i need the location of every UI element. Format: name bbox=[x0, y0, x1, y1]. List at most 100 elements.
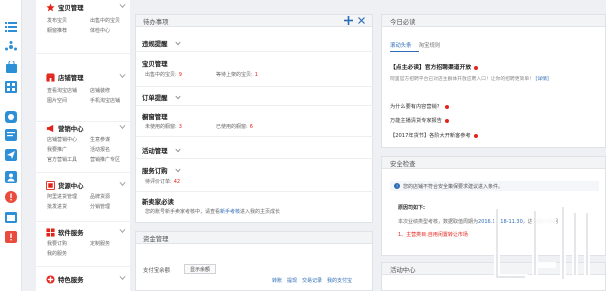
menu-group-software: 软件服务 我要订购 定制服务 我的服务 bbox=[36, 227, 130, 267]
must-read-title: 今日必读 bbox=[390, 18, 416, 26]
chevron-down-icon[interactable] bbox=[119, 124, 126, 130]
calendar-icon[interactable] bbox=[4, 210, 18, 224]
list-icon[interactable] bbox=[4, 20, 18, 34]
megaphone-icon bbox=[46, 124, 55, 133]
menu-group-header[interactable]: 特色服务 bbox=[46, 274, 84, 284]
chat-icon[interactable] bbox=[4, 110, 18, 124]
special-icon bbox=[46, 274, 55, 284]
add-icon[interactable] bbox=[344, 16, 353, 25]
hot-dot-icon bbox=[444, 104, 449, 109]
showcase-unused-stat[interactable]: 未使用的橱窗: 3 bbox=[145, 123, 182, 130]
my-alipay-link[interactable]: 我的支付宝 bbox=[327, 277, 352, 284]
menu-link[interactable]: 出售中的宝贝 bbox=[90, 17, 128, 24]
menu-link[interactable]: 查看淘宝店铺 bbox=[47, 87, 85, 94]
close-icon[interactable] bbox=[358, 17, 365, 24]
alipay-balance-label: 支付宝余额 bbox=[143, 268, 170, 274]
section-title: 橱窗管理 bbox=[142, 113, 168, 121]
hot-dot-icon bbox=[444, 118, 449, 123]
menu-link[interactable]: 品牌货源 bbox=[90, 193, 128, 200]
section-title: 违规提醒 bbox=[142, 40, 168, 48]
icon-rail bbox=[0, 0, 22, 291]
headline-detail-link[interactable]: [详情] bbox=[535, 77, 548, 82]
section-title: 服务订购 bbox=[142, 167, 168, 175]
menu-group-header[interactable]: 营销中心 bbox=[46, 123, 84, 133]
menu-group-marketing: 营销中心 店铺营销中心 生意参谋 我要推广 活动报名 官方营销工具 营销推广专区 bbox=[36, 123, 130, 173]
menu-group-title: 软件服务 bbox=[58, 228, 84, 237]
software-icon bbox=[46, 227, 55, 237]
withdraw-link[interactable]: 提现 bbox=[287, 277, 297, 284]
menu-link[interactable]: 阿里进货管理 bbox=[47, 193, 85, 200]
chevron-down-icon[interactable] bbox=[119, 275, 126, 281]
goods-onsale-stat[interactable]: 出售中的宝贝: 9 bbox=[145, 71, 182, 78]
newbie-assessment-link[interactable]: 新手考核 bbox=[220, 209, 240, 215]
menu-link[interactable]: 体检中心 bbox=[90, 27, 128, 34]
message-icon[interactable] bbox=[4, 128, 18, 142]
menu-link[interactable]: 手机淘宝店铺 bbox=[90, 97, 128, 104]
headline-sub: 阿里官方招聘平台已对店主群体开放应聘入口！让你的招聘更简单！ [详情] bbox=[390, 77, 549, 82]
tab-rules[interactable]: 淘宝规则 bbox=[419, 40, 448, 52]
notice-title: 原因司如下: bbox=[398, 205, 426, 211]
transactions-link[interactable]: 交易记录 bbox=[302, 277, 322, 284]
security-header: 安全检查 bbox=[382, 157, 605, 169]
menu-link[interactable]: 定制服务 bbox=[90, 240, 128, 247]
menu-link[interactable]: 发布宝贝 bbox=[47, 17, 85, 24]
chevron-down-icon[interactable] bbox=[119, 228, 126, 234]
fund-panel: 资金管理 支付宝余额 显示余额 转账 提现 交易记录 我的支付宝 bbox=[135, 231, 373, 291]
tab-headlines[interactable]: 滚动头条 bbox=[390, 40, 419, 52]
network-icon[interactable] bbox=[4, 40, 18, 54]
menu-link[interactable]: 批发进货 bbox=[47, 203, 85, 210]
menu-group-header[interactable]: 店铺管理 bbox=[46, 72, 84, 82]
send-icon[interactable] bbox=[4, 148, 18, 162]
menu-link[interactable]: 官方营销工具 bbox=[47, 156, 85, 163]
menu-group-header[interactable]: 宝贝管理 bbox=[46, 2, 84, 12]
bag-icon[interactable] bbox=[4, 60, 18, 74]
news-item[interactable]: 万能主播清货专家报告 bbox=[390, 117, 451, 124]
grid-icon[interactable] bbox=[4, 80, 18, 94]
must-read-panel: 今日必读 滚动头条 淘宝规则 【点主必读】官方招聘渠道开放 阿里官方招聘平台已对… bbox=[381, 14, 606, 148]
fund-title: 资金管理 bbox=[143, 235, 169, 243]
chevron-down-icon[interactable] bbox=[175, 168, 181, 173]
notice-line-2: 1、主营类目:自用闲置转让市场 bbox=[398, 232, 468, 238]
show-balance-button[interactable]: 显示余额 bbox=[184, 264, 216, 274]
menu-link[interactable]: 我的服务 bbox=[47, 250, 85, 257]
chevron-down-icon[interactable] bbox=[119, 73, 126, 79]
menu-group-special: 特色服务 bbox=[36, 274, 130, 291]
headline[interactable]: 【点主必读】官方招聘渠道开放 bbox=[390, 62, 480, 71]
chevron-down-icon[interactable] bbox=[175, 95, 181, 100]
menu-group-title: 特色服务 bbox=[58, 275, 84, 284]
resource-icon bbox=[46, 180, 55, 190]
menu-group-title: 宝贝管理 bbox=[58, 3, 84, 12]
menu-link[interactable]: 店铺营销中心 bbox=[47, 136, 85, 143]
menu-group-store: 店铺管理 查看淘宝店铺 店铺装修 图片空间 手机淘宝店铺 bbox=[36, 72, 130, 122]
fund-links: 转账 提现 交易记录 我的支付宝 bbox=[272, 277, 352, 284]
menu-link[interactable]: 我要推广 bbox=[47, 146, 85, 153]
menu-link[interactable]: 橱窗推荐 bbox=[47, 27, 85, 34]
goods-waiting-stat[interactable]: 等待上架的宝贝: 1 bbox=[216, 71, 258, 78]
person-icon[interactable] bbox=[4, 170, 18, 184]
warning-icon[interactable] bbox=[4, 190, 18, 204]
alert-icon[interactable] bbox=[4, 230, 18, 244]
security-alert[interactable]: ! 您的店铺不符合安全策保要求建议进入条件。 bbox=[390, 181, 599, 191]
menu-group-header[interactable]: 软件服务 bbox=[46, 227, 84, 237]
chevron-down-icon[interactable] bbox=[175, 148, 181, 153]
menu-link[interactable]: 营销推广专区 bbox=[90, 156, 128, 163]
news-item[interactable]: 【2017年货节】各阶大开新客参考 bbox=[390, 132, 480, 139]
menu-link[interactable]: 店铺装修 bbox=[90, 87, 128, 94]
menu-group-header[interactable]: 货源中心 bbox=[46, 180, 84, 190]
pending-review-stat[interactable]: 待评价订单: 42 bbox=[145, 178, 180, 185]
transfer-link[interactable]: 转账 bbox=[272, 277, 282, 284]
chevron-down-icon[interactable] bbox=[119, 3, 126, 9]
must-read-tabs: 滚动头条 淘宝规则 bbox=[390, 40, 447, 52]
star-icon bbox=[46, 2, 55, 12]
menu-link[interactable]: 活动报名 bbox=[90, 146, 128, 153]
menu-link[interactable]: 我要订购 bbox=[47, 240, 85, 247]
menu-link[interactable]: 分销管理 bbox=[90, 203, 128, 210]
menu-link[interactable]: 生意参谋 bbox=[90, 136, 128, 143]
fund-header: 资金管理 bbox=[136, 232, 372, 244]
store-icon bbox=[46, 72, 55, 82]
chevron-down-icon[interactable] bbox=[119, 181, 126, 187]
menu-link[interactable]: 图片空间 bbox=[47, 97, 85, 104]
chevron-down-icon[interactable] bbox=[175, 41, 181, 46]
news-item[interactable]: 为什么要有内容营销？ bbox=[390, 103, 451, 110]
showcase-used-stat[interactable]: 已使用的橱窗: 6 bbox=[216, 123, 253, 130]
